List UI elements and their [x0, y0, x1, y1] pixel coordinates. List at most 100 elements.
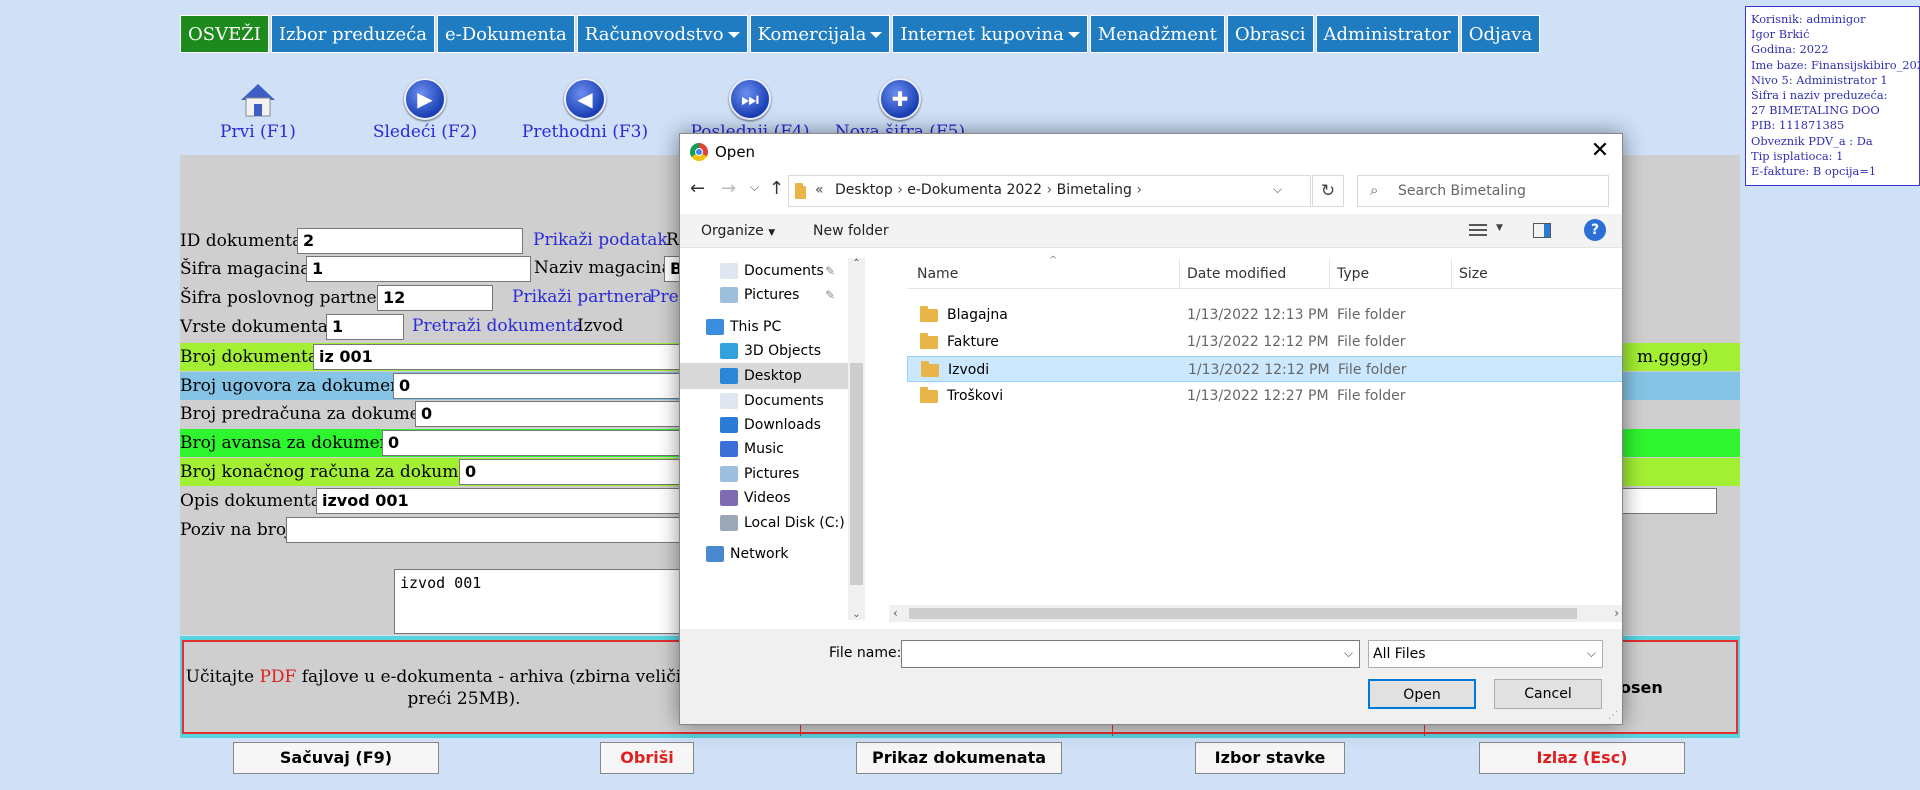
column-header-type[interactable]: Type [1337, 266, 1369, 282]
file-type: File folder [1338, 362, 1407, 378]
address-bar[interactable]: « Desktop › e-Dokumenta 2022 › Bimetalin… [788, 175, 1311, 207]
file-name-label: File name: [829, 645, 902, 661]
close-icon[interactable]: ✕ [1580, 136, 1620, 166]
file-type-dropdown-icon[interactable]: ⌵ [1587, 646, 1596, 661]
column-header-date-modified[interactable]: Date modified [1187, 266, 1286, 282]
nav-item-odjava[interactable]: Odjava [1460, 15, 1541, 53]
advance-input[interactable]: 0 [382, 430, 683, 456]
doc-number-label: Broj dokumenta : [180, 347, 330, 367]
tree-item-network[interactable]: Network [680, 541, 848, 567]
contract-input[interactable]: 0 [393, 373, 683, 399]
pin-icon: ✎ [825, 264, 836, 278]
notes-textarea[interactable]: izvod 001 [394, 569, 684, 634]
doc-number-input[interactable]: iz 001 [313, 344, 683, 370]
recent-chevron-icon[interactable]: ⌵ [750, 180, 759, 195]
reference-input[interactable] [286, 517, 683, 543]
play-icon: ▶ [404, 78, 446, 120]
warehouse-input[interactable]: 1 [306, 256, 531, 282]
nav-item-obrasci[interactable]: Obrasci [1226, 15, 1314, 53]
breadcrumb-item[interactable]: Bimetaling [1057, 182, 1132, 198]
description-input[interactable]: izvod 001 [316, 488, 683, 514]
back-arrow-icon[interactable]: ← [690, 178, 705, 199]
back-icon: ◀ [564, 78, 606, 120]
address-dropdown-icon[interactable]: ⌵ [1273, 182, 1282, 197]
new-folder-button[interactable]: New folder [813, 223, 889, 239]
tree-item-music[interactable]: Music [680, 436, 848, 462]
file-name-input[interactable]: ⌵ [901, 640, 1360, 668]
doc-type-input[interactable]: 1 [326, 314, 404, 340]
tree-item-local-disk-c-[interactable]: Local Disk (C:) [680, 510, 848, 536]
info-line: Obveznik PDV_a : Da [1751, 133, 1873, 148]
file-row[interactable]: Fakture 1/13/2022 12:12 PM File folder [907, 329, 1622, 355]
resize-grip-icon[interactable]: ⋰ [1608, 710, 1618, 721]
cancel-button[interactable]: Cancel [1494, 679, 1602, 709]
tree-item-desktop[interactable]: Desktop [680, 363, 848, 389]
tree-scrollbar[interactable]: ⌃ ⌄ [848, 258, 865, 620]
file-type-select[interactable]: All Files ⌵ [1368, 640, 1603, 668]
partner-input[interactable]: 12 [377, 285, 493, 311]
show-partner-link[interactable]: Prikaži partnera [512, 287, 652, 307]
description-label: Opis dokumenta : [180, 491, 332, 511]
file-row[interactable]: Izvodi 1/13/2022 12:12 PM File folder [907, 356, 1622, 382]
first-button[interactable]: Prvi (F1) [208, 72, 308, 142]
file-list-scrollbar[interactable]: ‹ › [889, 605, 1622, 622]
first-label: Prvi (F1) [220, 122, 296, 142]
nav-item-e-dokumenta[interactable]: e-Dokumenta [436, 15, 575, 53]
file-row[interactable]: Blagajna 1/13/2022 12:13 PM File folder [907, 302, 1622, 328]
nav-item-menadžment[interactable]: Menadžment [1089, 15, 1225, 53]
new-code-button[interactable]: ✚ Nova šifra (F5) [800, 72, 1000, 142]
view-options-icon[interactable] [1469, 222, 1487, 238]
nav-item-administrator[interactable]: Administrator [1315, 15, 1459, 53]
show-data-link[interactable]: Prikaži podatak [533, 230, 668, 250]
next-button[interactable]: ▶ Sledeći (F2) [350, 72, 500, 142]
file-name-dropdown-icon[interactable]: ⌵ [1344, 646, 1353, 661]
id-label: ID dokumenta: [180, 231, 308, 251]
preview-pane-icon[interactable] [1533, 223, 1551, 238]
organize-button[interactable]: Organize ▼ [701, 223, 775, 239]
tree-item-downloads[interactable]: Downloads [680, 412, 848, 438]
help-icon[interactable]: ? [1584, 219, 1606, 241]
warehouse-label: Šifra magacina : [180, 259, 322, 279]
file-row[interactable]: Troškovi 1/13/2022 12:27 PM File folder [907, 383, 1622, 409]
refresh-icon[interactable]: ↻ [1312, 175, 1344, 207]
show-documents-button[interactable]: Prikaz dokumenata [856, 742, 1062, 774]
nav-item-komercijala[interactable]: Komercijala [749, 15, 891, 53]
final-invoice-input[interactable]: 0 [459, 459, 683, 485]
column-header-name[interactable]: Name [917, 266, 958, 282]
breadcrumb-separator-icon[interactable]: › [1042, 182, 1057, 198]
column-header-size[interactable]: Size [1459, 266, 1488, 282]
up-arrow-icon[interactable]: ↑ [769, 178, 784, 199]
tree-item-this-pc[interactable]: This PC [680, 314, 848, 340]
exit-button[interactable]: Izlaz (Esc) [1479, 742, 1685, 774]
open-button[interactable]: Open [1368, 679, 1476, 709]
search-box[interactable]: ⌕ Search Bimetaling [1357, 175, 1609, 207]
doc-type-label: Vrste dokumenta : [180, 317, 340, 337]
description-right-input[interactable] [1620, 488, 1717, 514]
tree-item-videos[interactable]: Videos [680, 485, 848, 511]
delete-button[interactable]: Obriši [600, 742, 694, 774]
tree-item-3d-objects[interactable]: 3D Objects [680, 338, 848, 364]
tree-item-documents[interactable]: Documents ✎ [680, 258, 848, 284]
breadcrumb-separator-icon[interactable]: › [893, 182, 908, 198]
proforma-input[interactable]: 0 [415, 401, 683, 427]
tree-item-pictures[interactable]: Pictures [680, 461, 848, 487]
breadcrumb-separator-icon[interactable]: › [1132, 182, 1142, 198]
search-docs-link[interactable]: Pretraži dokumenta [412, 316, 583, 336]
save-button[interactable]: Sačuvaj (F9) [233, 742, 439, 774]
info-line: Nivo 5: Administrator 1 [1751, 72, 1888, 87]
prev-button[interactable]: ◀ Prethodni (F3) [500, 72, 670, 142]
breadcrumb-item[interactable]: Desktop [835, 182, 893, 198]
nav-item-izbor-preduzeća[interactable]: Izbor preduzeća [270, 15, 435, 53]
nav-item-internet-kupovina[interactable]: Internet kupovina [892, 15, 1088, 53]
tree-item-pictures[interactable]: Pictures ✎ [680, 282, 848, 308]
select-items-button[interactable]: Izbor stavke [1195, 742, 1345, 774]
nav-item-računovodstvo[interactable]: Računovodstvo [576, 15, 748, 53]
view-dropdown-icon[interactable]: ▼ [1496, 223, 1503, 233]
forward-arrow-icon[interactable]: → [721, 178, 736, 199]
breadcrumb-item[interactable]: e-Dokumenta 2022 [907, 182, 1042, 198]
info-line: Igor Brkić [1751, 27, 1810, 42]
nav-item-osveži[interactable]: OSVEŽI [180, 15, 269, 53]
id-input[interactable]: 2 [297, 228, 523, 254]
tree-item-documents[interactable]: Documents [680, 388, 848, 414]
file-name: Troškovi [947, 388, 1004, 404]
